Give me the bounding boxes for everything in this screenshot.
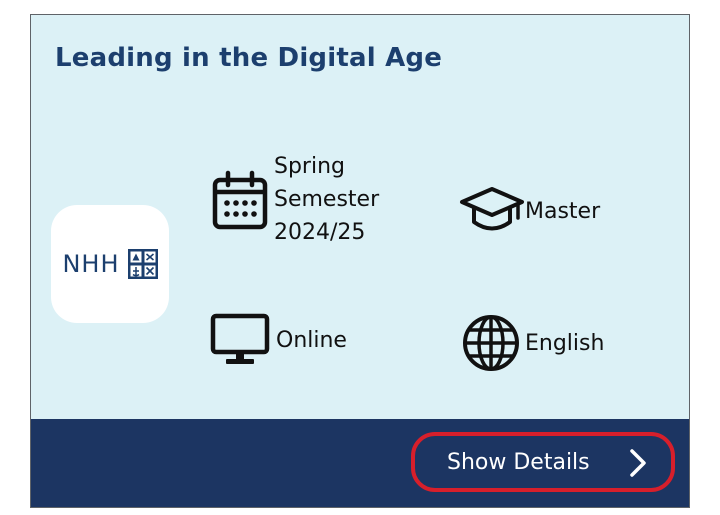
monitor-icon	[210, 313, 270, 364]
degree-level-label: Master	[525, 198, 601, 224]
delivery-mode-info: Online	[210, 313, 347, 367]
language-label: English	[525, 330, 605, 356]
show-details-label: Show Details	[447, 449, 590, 475]
graduation-cap-icon	[460, 187, 524, 231]
show-details-button[interactable]: Show Details	[411, 432, 675, 492]
chevron-right-icon	[630, 449, 646, 477]
semester-info: Spring Semester 2024/25	[212, 150, 379, 249]
logo-seal-icon	[127, 249, 158, 279]
calendar-icon	[212, 170, 268, 229]
semester-label: Spring Semester 2024/25	[274, 154, 380, 245]
card-footer: Show Details	[31, 419, 689, 507]
delivery-mode-label: Online	[276, 327, 347, 353]
degree-level-info: Master	[459, 185, 600, 237]
institution-logo: NHH	[51, 205, 169, 323]
course-title: Leading in the Digital Age	[55, 43, 443, 73]
globe-icon	[463, 315, 519, 371]
logo-text: NHH	[62, 250, 120, 278]
course-card: Leading in the Digital Age NHH Spring Se…	[30, 14, 690, 508]
language-info: English	[461, 313, 604, 373]
